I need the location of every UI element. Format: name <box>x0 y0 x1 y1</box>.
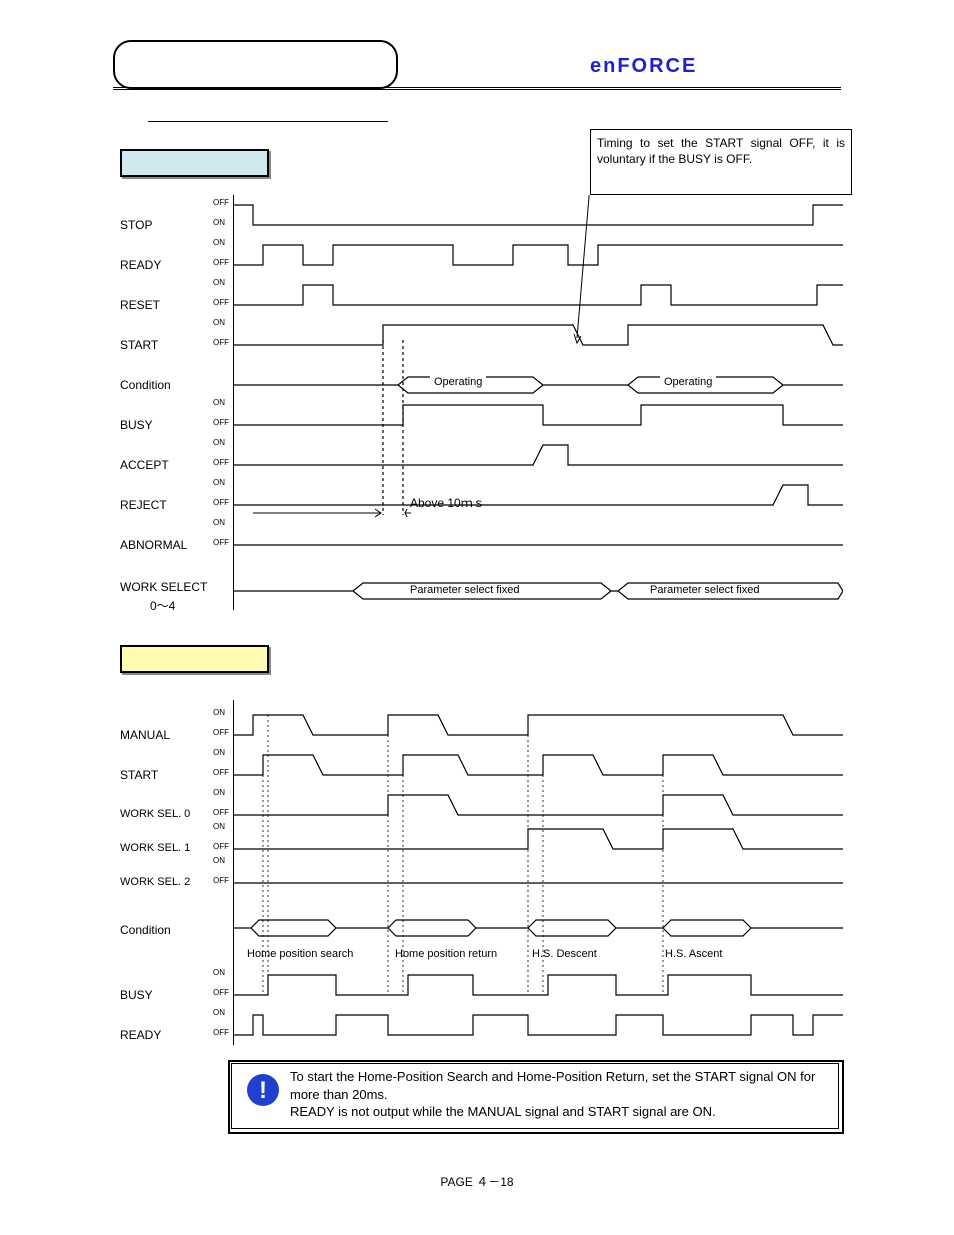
operating-2: Operating <box>660 376 716 388</box>
m-cond: Condition <box>120 923 171 937</box>
off: OFF <box>213 538 229 547</box>
m-ws1: WORK SEL. 1 <box>120 842 190 854</box>
on: ON <box>213 968 225 977</box>
warning-icon: ! <box>247 1074 279 1106</box>
label-reject: REJECT <box>120 498 167 512</box>
off: OFF <box>213 876 229 885</box>
off: OFF <box>213 808 229 817</box>
note-line1: To start the Home-Position Search and Ho… <box>290 1069 815 1102</box>
callout-box: Timing to set the START signal OFF, it i… <box>590 129 852 195</box>
off: OFF <box>213 258 229 267</box>
label-cond: Condition <box>120 378 171 392</box>
header-box <box>113 40 398 89</box>
m-ready: READY <box>120 1028 161 1042</box>
chart2-svg <box>233 700 843 1050</box>
off: OFF <box>213 458 229 467</box>
off: OFF <box>213 198 229 207</box>
m-ws0: WORK SEL. 0 <box>120 808 190 820</box>
on: ON <box>213 278 225 287</box>
off: OFF <box>213 498 229 507</box>
m-start: START <box>120 768 158 782</box>
mc1: Home position search <box>247 948 353 960</box>
manual-mode-box <box>120 645 269 673</box>
on: ON <box>213 438 225 447</box>
on: ON <box>213 856 225 865</box>
off: OFF <box>213 1028 229 1037</box>
off: OFF <box>213 298 229 307</box>
header-rule <box>113 87 841 90</box>
svg-text:!: ! <box>259 1077 267 1104</box>
mc3: H.S. Descent <box>532 948 597 960</box>
label-start: START <box>120 338 158 352</box>
on: ON <box>213 748 225 757</box>
note-text: To start the Home-Position Search and Ho… <box>290 1068 835 1121</box>
param-fixed-2: Parameter select fixed <box>650 584 759 596</box>
label-busy: BUSY <box>120 418 153 432</box>
label-reset: RESET <box>120 298 160 312</box>
on: ON <box>213 788 225 797</box>
on: ON <box>213 238 225 247</box>
off: OFF <box>213 418 229 427</box>
off: OFF <box>213 768 229 777</box>
label-worksel-sub: 0～4 <box>150 597 175 614</box>
label-abnormal: ABNORMAL <box>120 538 187 552</box>
on: ON <box>213 478 225 487</box>
off: OFF <box>213 988 229 997</box>
on: ON <box>213 822 225 831</box>
on: ON <box>213 398 225 407</box>
m-busy: BUSY <box>120 988 153 1002</box>
off: OFF <box>213 842 229 851</box>
mc2: Home position return <box>395 948 497 960</box>
label-ready: READY <box>120 258 161 272</box>
label-worksel: WORK SELECT <box>120 580 207 594</box>
label-accept: ACCEPT <box>120 458 169 472</box>
on: ON <box>213 1008 225 1017</box>
off: OFF <box>213 728 229 737</box>
label-stop: STOP <box>120 218 152 232</box>
param-fixed-1: Parameter select fixed <box>410 584 519 596</box>
off: OFF <box>213 338 229 347</box>
chart1-svg <box>233 195 843 615</box>
brand-logo: enFORCE <box>590 55 697 78</box>
note-line2: READY is not output while the MANUAL sig… <box>290 1104 716 1119</box>
m-manual: MANUAL <box>120 728 170 742</box>
on: ON <box>213 318 225 327</box>
section-underline <box>148 121 388 122</box>
operating-1: Operating <box>430 376 486 388</box>
on: ON <box>213 518 225 527</box>
auto-mode-box <box>120 149 269 177</box>
above10ms: Above 10ｍｓ <box>410 494 485 511</box>
mc4: H.S. Ascent <box>665 948 722 960</box>
on: ON <box>213 218 225 227</box>
page-footer: PAGE ４－18 <box>0 1173 954 1190</box>
on: ON <box>213 708 225 717</box>
m-ws2: WORK SEL. 2 <box>120 876 190 888</box>
